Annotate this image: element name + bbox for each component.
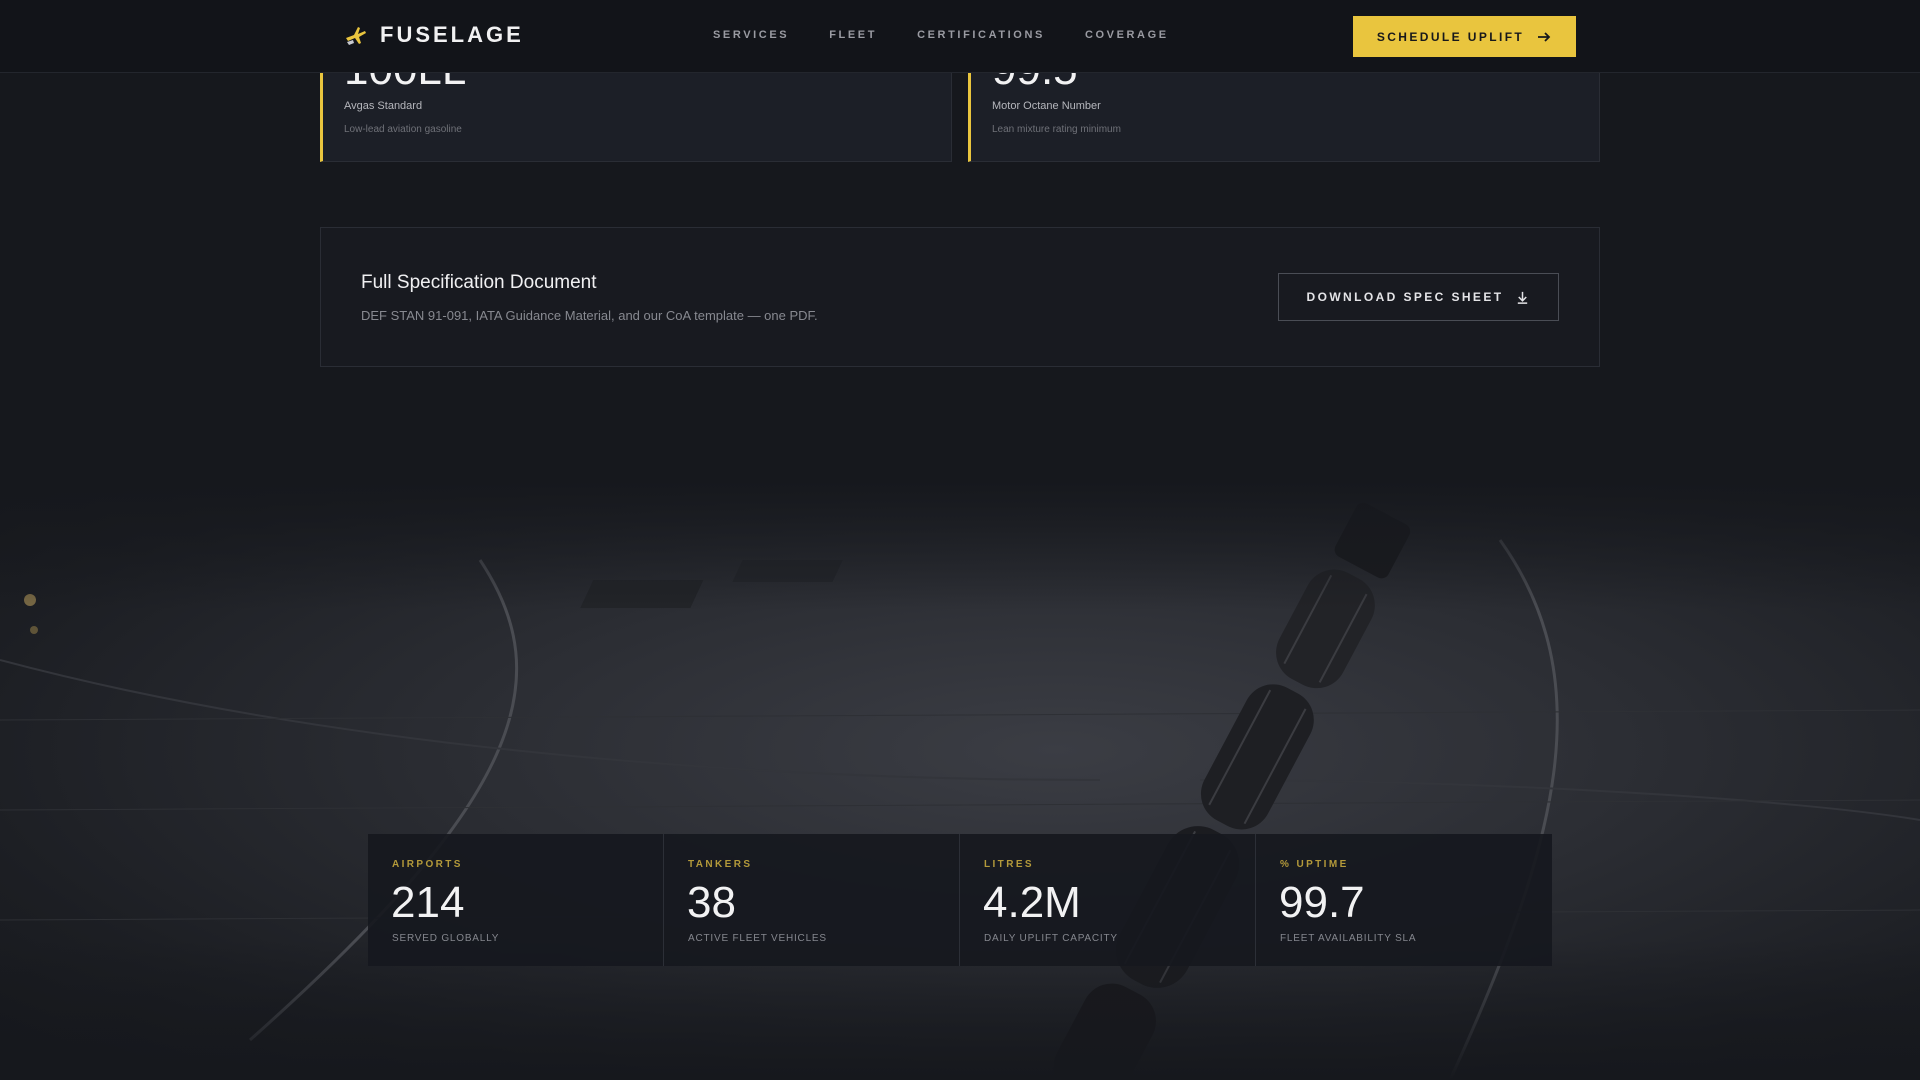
- stat-litres: LITRES 4.2M DAILY UPLIFT CAPACITY: [960, 834, 1256, 966]
- stat-value: 99.7: [1279, 878, 1365, 927]
- arrow-right-icon: [1538, 31, 1551, 42]
- stat-sub: FLEET AVAILABILITY SLA: [1280, 933, 1417, 944]
- spec-card-label: Motor Octane Number: [992, 100, 1101, 112]
- stat-sub: SERVED GLOBALLY: [392, 933, 500, 944]
- nav-services[interactable]: SERVICES: [713, 29, 789, 41]
- download-icon: [1518, 291, 1528, 304]
- schedule-uplift-button[interactable]: SCHEDULE UPLIFT: [1353, 16, 1576, 57]
- nav-fleet[interactable]: FLEET: [829, 29, 877, 41]
- spec-card-desc: Lean mixture rating minimum: [992, 124, 1121, 135]
- apron-photo: [0, 480, 1920, 1080]
- stat-uptime: % UPTIME 99.7 FLEET AVAILABILITY SLA: [1256, 834, 1552, 966]
- stat-tankers: TANKERS 38 ACTIVE FLEET VEHICLES: [664, 834, 960, 966]
- spec-document-title: Full Specification Document: [361, 272, 597, 293]
- stat-airports: AIRPORTS 214 SERVED GLOBALLY: [368, 834, 664, 966]
- spec-document-panel: Full Specification Document DEF STAN 91-…: [320, 227, 1600, 367]
- stat-value: 4.2M: [983, 878, 1081, 927]
- spec-card-label: Avgas Standard: [344, 100, 423, 112]
- stat-label: % UPTIME: [1280, 859, 1349, 870]
- spec-document-subtitle: DEF STAN 91-091, IATA Guidance Material,…: [361, 308, 818, 323]
- stats-bar: AIRPORTS 214 SERVED GLOBALLY TANKERS 38 …: [368, 834, 1552, 966]
- stat-value: 38: [687, 878, 736, 927]
- site-header: FUSELAGE SERVICES FLEET CERTIFICATIONS C…: [0, 0, 1920, 73]
- airplane-logo-icon: [346, 27, 366, 45]
- schedule-uplift-label: SCHEDULE UPLIFT: [1376, 29, 1525, 44]
- stat-sub: ACTIVE FLEET VEHICLES: [688, 933, 827, 944]
- stat-label: AIRPORTS: [392, 859, 463, 870]
- stat-label: TANKERS: [688, 859, 753, 870]
- download-spec-sheet-button[interactable]: DOWNLOAD SPEC SHEET: [1278, 273, 1559, 321]
- brand-logo[interactable]: FUSELAGE: [344, 22, 524, 48]
- photo-fade-top: [0, 480, 1920, 610]
- stat-sub: DAILY UPLIFT CAPACITY: [984, 933, 1118, 944]
- brand-name: FUSELAGE: [380, 22, 524, 47]
- nav-certifications[interactable]: CERTIFICATIONS: [917, 29, 1045, 41]
- stat-value: 214: [391, 878, 465, 927]
- spec-card-desc: Low-lead aviation gasoline: [344, 124, 462, 135]
- nav-coverage[interactable]: COVERAGE: [1085, 29, 1169, 41]
- main-nav: SERVICES FLEET CERTIFICATIONS COVERAGE: [713, 29, 1169, 41]
- download-spec-sheet-label: DOWNLOAD SPEC SHEET: [1306, 290, 1504, 304]
- stat-label: LITRES: [984, 859, 1034, 870]
